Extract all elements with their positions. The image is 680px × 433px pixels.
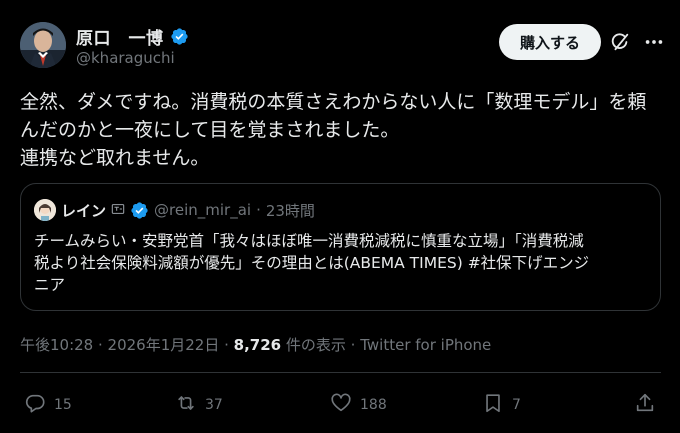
quoted-tweet-time[interactable]: 23時間 bbox=[266, 200, 315, 221]
quoted-author-handle[interactable]: @rein_mir_ai bbox=[154, 201, 251, 219]
quoted-tweet-text-line: チームみらい・安野党首「我々はほぼ唯一消費税減税に慎重な立場」「消費税減 bbox=[34, 232, 584, 250]
translate-icon bbox=[111, 201, 125, 220]
tweet-text-line: 連携など取れません。 bbox=[20, 147, 210, 169]
quoted-tweet-header: レイン @rein_mir_ai · 23時間 bbox=[34, 199, 315, 221]
buy-button[interactable]: 購入する bbox=[499, 24, 601, 60]
author-name-row[interactable]: 原口 一博 bbox=[76, 24, 189, 49]
views-count: 8,726 bbox=[233, 336, 282, 354]
retweet-button[interactable]: 37 bbox=[175, 392, 223, 418]
grok-icon[interactable] bbox=[609, 31, 631, 53]
quoted-tweet[interactable]: レイン @rein_mir_ai · 23時間 チームみらい・安野党首「我々はほ… bbox=[20, 183, 661, 311]
retweet-icon bbox=[175, 392, 197, 418]
quoted-tweet-text-line: 税より社会保険料減額が優先」その理由とは(ABEMA TIMES) #社保下げエ… bbox=[34, 254, 590, 272]
separator-dot: · bbox=[345, 336, 361, 354]
quoted-tweet-text-line: ニア bbox=[34, 276, 66, 294]
bookmark-count: 7 bbox=[512, 397, 521, 413]
tweet-text-line: んだのかと一夜にして目を覚まされました。 bbox=[20, 119, 400, 141]
share-icon bbox=[634, 392, 656, 418]
verified-badge-icon bbox=[130, 201, 149, 220]
tweet-text-line: 全然、ダメですね。消費税の本質さえわからない人に「数理モデル」を頼 bbox=[20, 91, 647, 113]
heart-icon bbox=[330, 392, 352, 418]
quoted-author-avatar[interactable] bbox=[34, 199, 56, 221]
tweet-text: 全然、ダメですね。消費税の本質さえわからない人に「数理モデル」を頼 んだのかと一… bbox=[20, 88, 665, 172]
divider bbox=[20, 372, 661, 373]
share-button[interactable] bbox=[634, 392, 656, 418]
tweet-source: Twitter for iPhone bbox=[360, 336, 492, 354]
retweet-count: 37 bbox=[205, 397, 223, 413]
quoted-author-name[interactable]: レイン bbox=[61, 200, 106, 221]
tweet-meta: 午後10:28 · 2026年1月22日 · 8,726 件の表示 · Twit… bbox=[20, 334, 491, 355]
tweet-detail: 原口 一博 @kharaguchi 購入する 全然、ダメですね。消費税の本質さえ… bbox=[0, 0, 680, 433]
quoted-tweet-text: チームみらい・安野党首「我々はほぼ唯一消費税減税に慎重な立場」「消費税減 税より… bbox=[34, 230, 649, 296]
separator-dot: · bbox=[93, 336, 108, 354]
bookmark-icon bbox=[482, 392, 504, 418]
separator-dot: · bbox=[219, 336, 234, 354]
author-avatar[interactable] bbox=[20, 22, 66, 68]
reply-button[interactable]: 15 bbox=[24, 392, 72, 418]
tweet-time[interactable]: 午後10:28 bbox=[20, 336, 93, 354]
like-count: 188 bbox=[360, 397, 387, 413]
verified-badge-icon bbox=[170, 27, 189, 46]
author-handle[interactable]: @kharaguchi bbox=[76, 49, 175, 67]
more-icon[interactable] bbox=[643, 31, 665, 53]
author-display-name[interactable]: 原口 一博 bbox=[76, 24, 164, 49]
bookmark-button[interactable]: 7 bbox=[482, 392, 521, 418]
reply-icon bbox=[24, 392, 46, 418]
views-label: 件の表示 bbox=[281, 336, 346, 354]
reply-count: 15 bbox=[54, 397, 72, 413]
separator-dot: · bbox=[256, 201, 261, 219]
tweet-date[interactable]: 2026年1月22日 bbox=[108, 336, 220, 354]
like-button[interactable]: 188 bbox=[330, 392, 387, 418]
